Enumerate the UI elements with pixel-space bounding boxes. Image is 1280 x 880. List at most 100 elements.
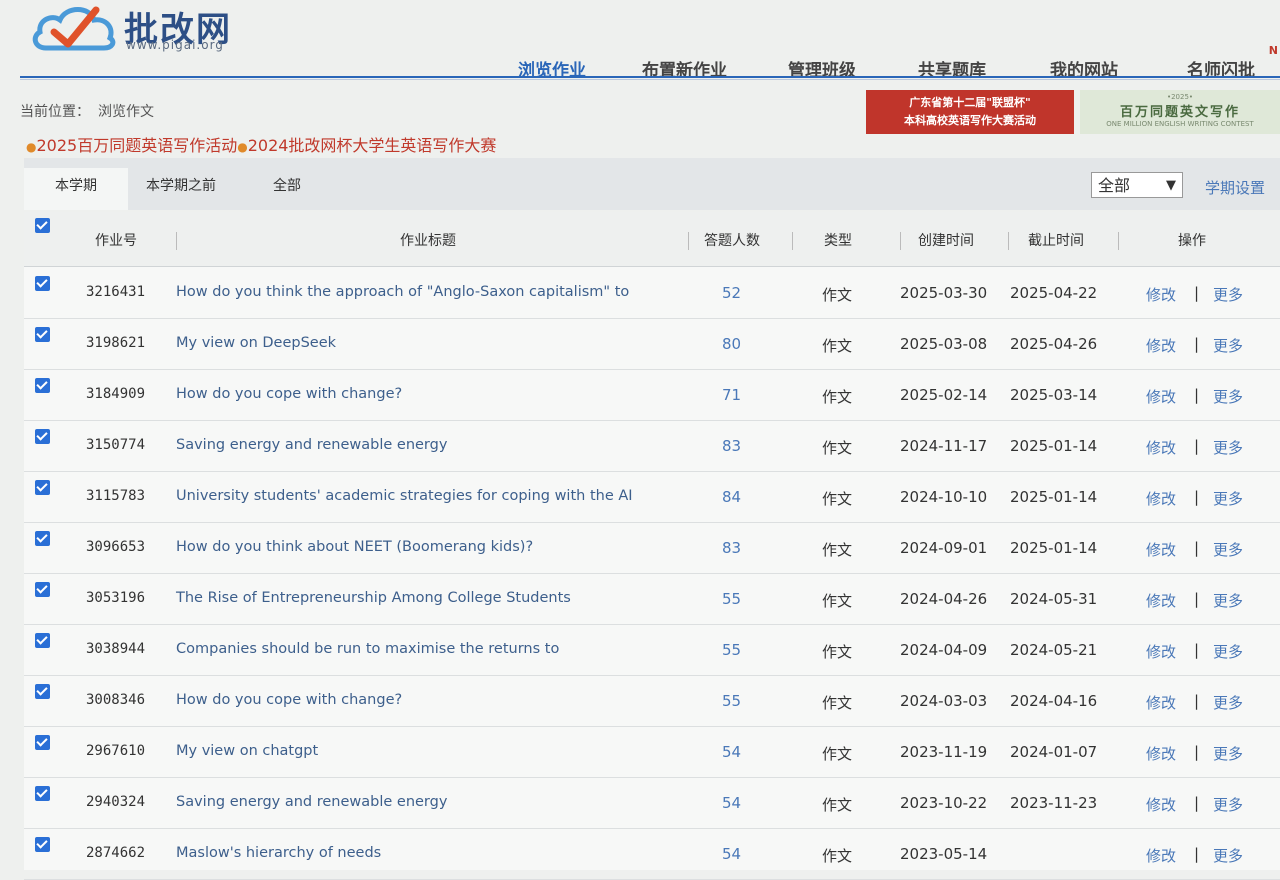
cloud-check-icon [32,6,116,51]
table-header: 作业号 作业标题 答题人数 类型 创建时间 截止时间 操作 [24,212,1280,267]
respondent-count-link[interactable]: 55 [722,590,741,608]
assignment-title-link[interactable]: My view on DeepSeek [176,335,336,351]
action-separator: | [1194,437,1200,455]
site-logo[interactable]: 批改网 www.pigai.org [32,2,247,58]
more-link[interactable]: 更多 [1213,794,1243,815]
more-link[interactable]: 更多 [1213,590,1243,611]
assignment-title-link[interactable]: Saving energy and renewable energy [176,437,447,453]
action-separator: | [1194,386,1200,404]
row-checkbox[interactable] [35,480,50,495]
assignment-type: 作文 [822,643,853,661]
header-id: 作业号 [95,233,137,249]
assignment-title-link[interactable]: The Rise of Entrepreneurship Among Colle… [176,590,571,606]
edit-link[interactable]: 修改 [1146,539,1176,560]
more-link[interactable]: 更多 [1213,284,1243,305]
respondent-count-link[interactable]: 71 [722,386,741,404]
more-link[interactable]: 更多 [1213,437,1243,458]
respondent-count-link[interactable]: 54 [722,743,741,761]
row-checkbox[interactable] [35,684,50,699]
deadline-date: 2025-03-14 [1010,386,1098,404]
term-settings-link[interactable]: 学期设置 [1205,177,1265,198]
banner-line-2: 本科高校英语写作大赛活动 [904,114,1036,127]
select-all-checkbox[interactable] [35,218,50,233]
contest-link-2025[interactable]: 2025百万同题英语写作活动 [36,136,237,155]
edit-link[interactable]: 修改 [1146,743,1176,764]
more-link[interactable]: 更多 [1213,386,1243,407]
created-date: 2024-10-10 [900,488,988,506]
row-checkbox[interactable] [35,378,50,393]
row-checkbox[interactable] [35,531,50,546]
banner-year: •2025• [1166,93,1194,101]
table-row: 2874662 Maslow's hierarchy of needs 54 作文 20… [24,828,1280,880]
guangdong-contest-banner[interactable]: 广东省第十二届"联盟杯" 本科高校英语写作大赛活动 [866,90,1074,134]
breadcrumb-label: 当前位置： [20,104,90,120]
tab-this-term[interactable]: 本学期 [24,168,128,210]
respondent-count-link[interactable]: 55 [722,641,741,659]
header-divider [792,232,793,250]
tab-before-this-term[interactable]: 本学期之前 [128,168,234,210]
row-checkbox[interactable] [35,786,50,801]
respondent-count-link[interactable]: 83 [722,437,741,455]
assignment-type: 作文 [822,745,853,763]
respondent-count-link[interactable]: 83 [722,539,741,557]
assignment-type: 作文 [822,847,853,865]
row-checkbox[interactable] [35,837,50,852]
assignment-title-link[interactable]: Saving energy and renewable energy [176,794,447,810]
edit-link[interactable]: 修改 [1146,641,1176,662]
edit-link[interactable]: 修改 [1146,845,1176,866]
respondent-count-link[interactable]: 80 [722,335,741,353]
assignment-table: 作业号 作业标题 答题人数 类型 创建时间 截止时间 操作 3216431 How… [24,212,1280,880]
assignment-id: 3198621 [86,335,146,351]
contest-link-2024[interactable]: 2024批改网杯大学生英语写作大赛 [248,136,497,155]
header-divider [688,232,689,250]
assignment-title-link[interactable]: Maslow's hierarchy of needs [176,845,381,861]
edit-link[interactable]: 修改 [1146,488,1176,509]
edit-link[interactable]: 修改 [1146,794,1176,815]
assignment-title-link[interactable]: My view on chatgpt [176,743,318,759]
edit-link[interactable]: 修改 [1146,386,1176,407]
created-date: 2024-03-03 [900,692,988,710]
edit-link[interactable]: 修改 [1146,590,1176,611]
assignment-id: 2940324 [86,794,146,810]
assignment-title-link[interactable]: How do you cope with change? [176,386,402,402]
assignment-title-link[interactable]: University students' academic strategies… [176,488,633,504]
edit-link[interactable]: 修改 [1146,692,1176,713]
million-writing-banner[interactable]: •2025• 百万同题英文写作 ONE MILLION ENGLISH WRIT… [1080,90,1280,134]
row-checkbox[interactable] [35,429,50,444]
more-link[interactable]: 更多 [1213,845,1243,866]
table-row: 3216431 How do you think the approach of … [24,267,1280,319]
created-date: 2023-11-19 [900,743,988,761]
assignment-title-link[interactable]: How do you think the approach of "Anglo-… [176,284,629,300]
more-link[interactable]: 更多 [1213,743,1243,764]
respondent-count-link[interactable]: 52 [722,284,741,302]
row-checkbox[interactable] [35,735,50,750]
row-checkbox[interactable] [35,327,50,342]
respondent-count-link[interactable]: 54 [722,845,741,863]
more-link[interactable]: 更多 [1213,692,1243,713]
row-checkbox[interactable] [35,582,50,597]
respondent-count-link[interactable]: 54 [722,794,741,812]
respondent-count-link[interactable]: 55 [722,692,741,710]
table-row: 3184909 How do you cope with change? 71 作文 2… [24,369,1280,421]
term-filter-select[interactable]: 全部 ▼ [1091,172,1183,198]
more-link[interactable]: 更多 [1213,539,1243,560]
header-actions: 操作 [1178,233,1206,249]
action-separator: | [1194,284,1200,302]
action-separator: | [1194,539,1200,557]
new-badge: N [1268,44,1278,57]
more-link[interactable]: 更多 [1213,335,1243,356]
edit-link[interactable]: 修改 [1146,284,1176,305]
tab-all[interactable]: 全部 [252,168,322,210]
assignment-title-link[interactable]: How do you cope with change? [176,692,402,708]
assignment-title-link[interactable]: Companies should be run to maximise the … [176,641,559,657]
row-checkbox[interactable] [35,633,50,648]
row-checkbox[interactable] [35,276,50,291]
assignment-title-link[interactable]: How do you think about NEET (Boomerang k… [176,539,533,555]
more-link[interactable]: 更多 [1213,641,1243,662]
edit-link[interactable]: 修改 [1146,335,1176,356]
respondent-count-link[interactable]: 84 [722,488,741,506]
edit-link[interactable]: 修改 [1146,437,1176,458]
more-link[interactable]: 更多 [1213,488,1243,509]
assignment-type: 作文 [822,796,853,814]
created-date: 2024-09-01 [900,539,988,557]
